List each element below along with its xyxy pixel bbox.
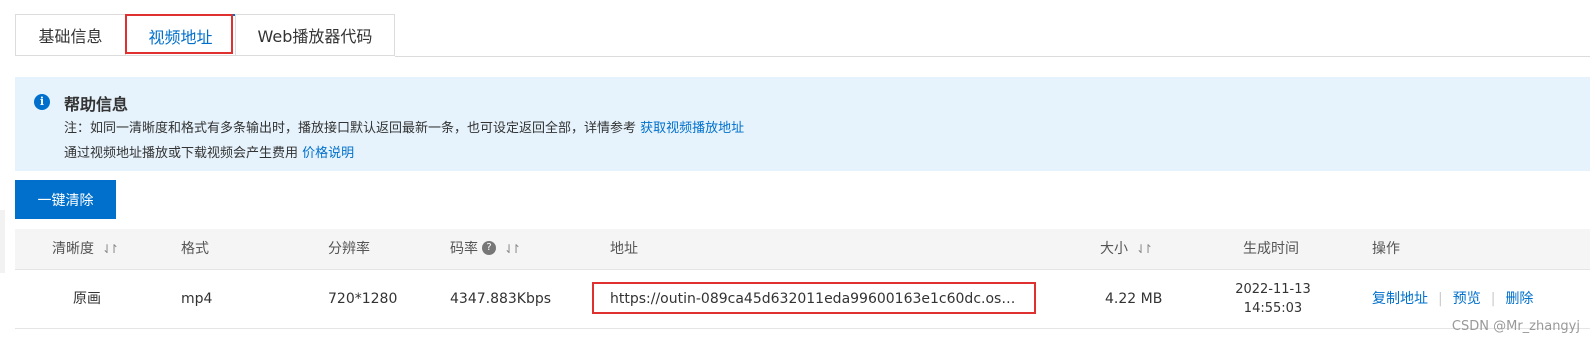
header-address: 地址	[610, 241, 638, 257]
help-line-2: 通过视频地址播放或下载视频会产生费用 价格说明	[64, 142, 354, 161]
cell-created-date: 2022-11-13	[1235, 282, 1311, 297]
tab-video-address-label: 视频地址	[148, 27, 213, 47]
separator: |	[1438, 291, 1443, 307]
preview-link[interactable]: 预览	[1453, 291, 1481, 307]
copy-address-link[interactable]: 复制地址	[1372, 291, 1428, 307]
pricing-link[interactable]: 价格说明	[302, 146, 354, 161]
header-bitrate-label: 码率	[450, 241, 478, 257]
help-title: 帮助信息	[64, 95, 129, 114]
header-size-label: 大小	[1100, 241, 1128, 257]
get-play-url-link[interactable]: 获取视频播放地址	[640, 121, 744, 136]
scroll-edge	[0, 210, 5, 273]
header-created: 生成时间	[1243, 241, 1299, 257]
tab-video-address[interactable]: 视频地址	[125, 14, 235, 56]
cell-resolution: 720*1280	[328, 291, 398, 307]
tab-basic-info-label: 基础信息	[38, 27, 103, 46]
cell-definition: 原画	[73, 291, 101, 307]
header-actions: 操作	[1372, 241, 1400, 257]
clear-all-button[interactable]: 一键清除	[15, 180, 116, 219]
watermark: CSDN @Mr_zhangyj	[1451, 319, 1580, 334]
header-definition-label: 清晰度	[52, 241, 94, 257]
table-header: 清晰度 ⇃↾ 格式 分辨率 码率? ⇃↾ 地址 大小 ⇃↾ 生成时间 操作	[15, 229, 1590, 270]
tab-web-player-code[interactable]: Web播放器代码	[235, 14, 395, 56]
tab-web-player-code-label: Web播放器代码	[257, 27, 373, 46]
tab-basic-info[interactable]: 基础信息	[15, 14, 125, 56]
sort-icon: ⇃↾	[102, 242, 119, 256]
separator: |	[1490, 291, 1496, 307]
cell-format: mp4	[181, 291, 213, 307]
cell-created-time: 14:55:03	[1243, 301, 1303, 316]
tab-bar: 基础信息 视频地址 Web播放器代码	[15, 14, 395, 57]
help-question-icon[interactable]: ?	[482, 241, 496, 255]
header-size[interactable]: 大小 ⇃↾	[1100, 229, 1153, 269]
tab-divider	[395, 56, 1590, 57]
cell-address[interactable]: https://outin-089ca45d632011eda99600163e…	[610, 270, 1020, 328]
help-panel: i 帮助信息 注：如同一清晰度和格式有多条输出时，播放接口默认返回最新一条，也可…	[15, 77, 1590, 171]
sort-icon: ⇃↾	[1136, 242, 1153, 256]
help-line-2-text: 通过视频地址播放或下载视频会产生费用	[64, 146, 303, 161]
delete-link[interactable]: 删除	[1505, 291, 1533, 307]
table-row: 原画 mp4 720*1280 4347.883Kbps https://out…	[15, 270, 1590, 329]
help-line-1: 注：如同一清晰度和格式有多条输出时，播放接口默认返回最新一条，也可设定返回全部，…	[64, 117, 744, 136]
header-format: 格式	[181, 241, 209, 257]
cell-size: 4.22 MB	[1105, 291, 1163, 307]
header-resolution: 分辨率	[328, 241, 370, 257]
header-definition[interactable]: 清晰度 ⇃↾	[52, 229, 119, 269]
help-line-1-text: 注：如同一清晰度和格式有多条输出时，播放接口默认返回最新一条，也可设定返回全部，…	[64, 121, 641, 136]
header-bitrate[interactable]: 码率? ⇃↾	[450, 229, 521, 269]
info-icon: i	[34, 94, 50, 110]
sort-icon: ⇃↾	[504, 242, 521, 256]
cell-created: 2022-11-13 14:55:03	[1233, 280, 1313, 318]
cell-bitrate: 4347.883Kbps	[450, 291, 552, 307]
